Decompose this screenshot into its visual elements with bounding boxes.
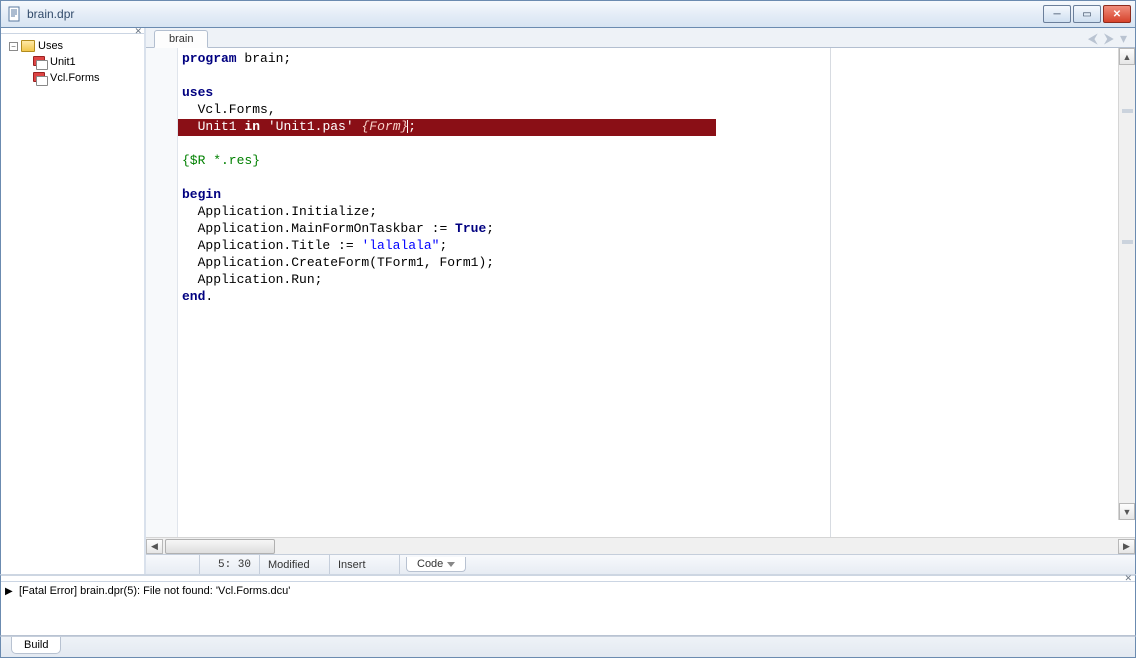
code-token: Application.Title := (182, 238, 361, 253)
tree-collapse-icon[interactable]: − (9, 42, 18, 51)
scroll-left-button[interactable]: ◀ (146, 539, 163, 554)
code-token: uses (182, 85, 213, 100)
scroll-track[interactable] (1119, 65, 1135, 503)
vertical-scrollbar[interactable]: ▲ ▼ (1118, 48, 1135, 520)
window-title: brain.dpr (27, 7, 74, 21)
message-text: [Fatal Error] brain.dpr(5): File not fou… (15, 585, 290, 597)
chevron-down-icon (447, 562, 455, 567)
code-content[interactable]: program brain; uses Vcl.Forms, Unit1 in … (178, 48, 1135, 305)
scroll-thumb[interactable] (165, 539, 275, 554)
code-token: Application.MainFormOnTaskbar := (182, 221, 455, 236)
scroll-mark (1122, 109, 1133, 113)
status-cursor-position: 5: 30 (200, 555, 260, 574)
scroll-mark (1122, 240, 1133, 244)
code-editor-wrap: program brain; uses Vcl.Forms, Unit1 in … (146, 48, 1135, 537)
scroll-down-button[interactable]: ▼ (1119, 503, 1135, 520)
editor-statusbar: 5: 30 Modified Insert Code (146, 554, 1135, 574)
code-token: 'lalalala" (361, 238, 439, 253)
tree-node-uses[interactable]: − Uses (5, 38, 140, 54)
document-icon (7, 6, 23, 22)
window-controls: ─ ▭ ✕ (1041, 5, 1135, 23)
scroll-right-button[interactable]: ▶ (1118, 539, 1135, 554)
horizontal-scrollbar[interactable]: ◀ ▶ (146, 537, 1135, 554)
unit-icon (33, 56, 47, 68)
nav-forward-icon[interactable]: ⮞ (1104, 30, 1114, 47)
bottom-tab-build[interactable]: Build (11, 637, 61, 654)
folder-icon (21, 40, 35, 52)
tree-panel-header: ✕ (1, 28, 144, 34)
code-token: program (182, 51, 237, 66)
project-tree-panel: ✕ − Uses Unit1 Vcl.Forms (1, 28, 146, 574)
message-item[interactable]: ▶ [Fatal Error] brain.dpr(5): File not f… (1, 582, 1135, 600)
tree-node-vclforms[interactable]: Vcl.Forms (5, 70, 140, 86)
tree-node-label: Uses (38, 40, 63, 52)
view-tab-code[interactable]: Code (406, 557, 466, 572)
status-cell-blank (146, 555, 200, 574)
code-token: in (244, 119, 260, 134)
code-token: {Form} (361, 119, 408, 134)
code-token: begin (182, 187, 221, 202)
messages-list[interactable]: ▶ [Fatal Error] brain.dpr(5): File not f… (1, 582, 1135, 635)
code-token: Application.Initialize; (182, 204, 377, 219)
error-line[interactable]: Unit1 in 'Unit1.pas' {Form}; (182, 119, 416, 134)
view-tab-label: Code (417, 558, 443, 570)
tree-close-icon[interactable]: ✕ (134, 26, 142, 37)
tree-node-unit1[interactable]: Unit1 (5, 54, 140, 70)
workspace: ✕ − Uses Unit1 Vcl.Forms brain ⮜ ⮞ (0, 28, 1136, 574)
messages-close-icon[interactable]: ✕ (1124, 573, 1132, 584)
code-token: 'Unit1.pas' (268, 119, 354, 134)
bottom-tabstrip: Build (0, 636, 1136, 658)
maximize-button[interactable]: ▭ (1073, 5, 1101, 23)
code-token (260, 119, 268, 134)
status-insert-mode: Insert (330, 555, 400, 574)
scroll-up-button[interactable]: ▲ (1119, 48, 1135, 65)
code-token: . (205, 289, 213, 304)
messages-header: ✕ (1, 576, 1135, 582)
editor-area: brain ⮜ ⮞ ▾ program brain; uses Vcl.Form… (146, 28, 1135, 574)
close-button[interactable]: ✕ (1103, 5, 1131, 23)
code-token: ; (439, 238, 447, 253)
code-token: True (455, 221, 486, 236)
tree-node-label: Unit1 (50, 56, 76, 68)
message-marker-icon: ▶ (5, 586, 15, 597)
messages-panel: ✕ ▶ [Fatal Error] brain.dpr(5): File not… (0, 574, 1136, 636)
tree-node-label: Vcl.Forms (50, 72, 100, 84)
code-token: {$R *.res} (182, 153, 260, 168)
code-token: end (182, 289, 205, 304)
code-token: Unit1 (182, 119, 244, 134)
minimize-button[interactable]: ─ (1043, 5, 1071, 23)
editor-tab-brain[interactable]: brain (154, 30, 208, 48)
window-titlebar: brain.dpr ─ ▭ ✕ (0, 0, 1136, 28)
code-token: ; (486, 221, 494, 236)
nav-dropdown-icon[interactable]: ▾ (1120, 30, 1127, 47)
nav-back-icon[interactable]: ⮜ (1088, 30, 1098, 47)
status-modified: Modified (260, 555, 330, 574)
code-token: Application.CreateForm(TForm1, Form1); (182, 255, 494, 270)
code-editor[interactable]: program brain; uses Vcl.Forms, Unit1 in … (178, 48, 1135, 537)
project-tree[interactable]: − Uses Unit1 Vcl.Forms (1, 34, 144, 90)
code-token: Application.Run; (182, 272, 322, 287)
unit-icon (33, 72, 47, 84)
code-token: Vcl.Forms, (182, 102, 276, 117)
code-token: brain; (237, 51, 292, 66)
code-token: ; (408, 119, 416, 134)
editor-gutter (146, 48, 178, 537)
editor-tabstrip: brain ⮜ ⮞ ▾ (146, 28, 1135, 48)
editor-nav-arrows: ⮜ ⮞ ▾ (1088, 30, 1135, 47)
